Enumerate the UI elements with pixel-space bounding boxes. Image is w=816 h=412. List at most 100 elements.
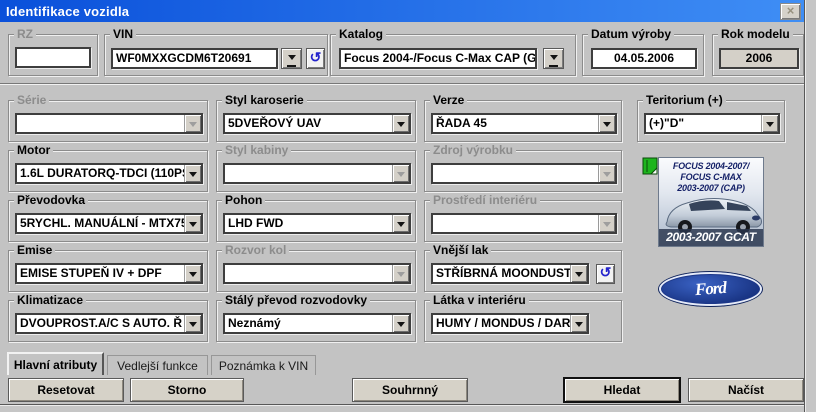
field-teritorium: Teritorium (+) (+)"D" bbox=[637, 100, 785, 142]
datum-vyroby-input[interactable]: 04.05.2006 bbox=[591, 48, 697, 69]
button-label: Souhrnný bbox=[382, 383, 438, 397]
dropdown-underline-icon bbox=[549, 65, 558, 67]
field-datum-vyroby: Datum výroby 04.05.2006 bbox=[582, 34, 704, 76]
pohon-combo[interactable]: LHD FWD bbox=[223, 213, 411, 234]
ford-logo-text: Ford bbox=[694, 278, 726, 300]
zdroj-vyrobku-label: Zdroj výrobku bbox=[430, 143, 516, 157]
window-bottom-edge bbox=[0, 404, 804, 412]
load-button[interactable]: Načíst bbox=[688, 378, 804, 402]
dropdown-arrow-icon[interactable] bbox=[761, 115, 778, 132]
styl-karoserie-label: Styl karoserie bbox=[222, 93, 307, 107]
serie-label: Série bbox=[14, 93, 49, 107]
field-vin: VIN WF0MXXGCDM6T20691 ↺ bbox=[104, 34, 328, 76]
dropdown-arrow-icon bbox=[392, 265, 409, 282]
catalog-book-icon bbox=[642, 157, 659, 176]
katalog-input[interactable]: Focus 2004-/Focus C-Max CAP (GC bbox=[339, 48, 537, 69]
field-prevodovka: Převodovka 5RYCHL. MANUÁLNÍ - MTX75 bbox=[8, 200, 208, 242]
dropdown-arrow-icon[interactable] bbox=[392, 315, 409, 332]
dropdown-arrow-icon[interactable] bbox=[184, 265, 201, 282]
combo-value: (+)"D" bbox=[649, 116, 761, 131]
dropdown-arrow-icon[interactable] bbox=[570, 265, 587, 282]
vin-refresh-button[interactable]: ↺ bbox=[306, 48, 325, 69]
identification-dialog: Identifikace vozidla × RZ VIN WF0MXXGCDM… bbox=[0, 0, 816, 412]
teritorium-combo[interactable]: (+)"D" bbox=[644, 113, 780, 134]
klimatizace-combo[interactable]: DVOUPROST.A/C S AUTO. Ř bbox=[15, 313, 203, 334]
catalog-image-line1: FOCUS 2004-2007/ bbox=[659, 161, 763, 172]
dropdown-arrow-icon bbox=[598, 215, 615, 232]
summary-button[interactable]: Souhrnný bbox=[352, 378, 468, 402]
dropdown-arrow-icon[interactable] bbox=[184, 215, 201, 232]
katalog-label: Katalog bbox=[336, 27, 386, 41]
rz-input[interactable] bbox=[15, 47, 91, 68]
catalog-image[interactable]: FOCUS 2004-2007/ FOCUS C-MAX 2003-2007 (… bbox=[658, 157, 764, 247]
combo-value: 5DVEŘOVÝ UAV bbox=[228, 116, 392, 131]
header-separator bbox=[0, 83, 806, 85]
combo-value: STŘÍBRNÁ MOONDUST (M bbox=[436, 266, 570, 281]
combo-value: 5RYCHL. MANUÁLNÍ - MTX75 bbox=[20, 216, 184, 231]
staly-prevod-label: Stálý převod rozvodovky bbox=[222, 293, 370, 307]
field-rz: RZ bbox=[8, 34, 98, 76]
tab-label: Poznámka k VIN bbox=[219, 359, 308, 373]
combo-value: HUMY / MONDUS / DARK FL bbox=[436, 316, 570, 331]
staly-prevod-combo[interactable]: Neznámý bbox=[223, 313, 411, 334]
refresh-icon: ↺ bbox=[310, 52, 322, 66]
catalog-image-title: FOCUS 2004-2007/ FOCUS C-MAX 2003-2007 (… bbox=[659, 161, 763, 194]
field-verze: Verze ŘADA 45 bbox=[424, 100, 622, 142]
vnejsi-lak-combo[interactable]: STŘÍBRNÁ MOONDUST (M bbox=[431, 263, 589, 284]
dropdown-arrow-icon[interactable] bbox=[184, 165, 201, 182]
titlebar: Identifikace vozidla bbox=[0, 0, 806, 22]
emise-combo[interactable]: EMISE STUPEŇ IV + DPF bbox=[15, 263, 203, 284]
dropdown-arrow-icon bbox=[392, 165, 409, 182]
reset-button[interactable]: Resetovat bbox=[8, 378, 124, 402]
verze-combo[interactable]: ŘADA 45 bbox=[431, 113, 617, 134]
latka-interieru-combo[interactable]: HUMY / MONDUS / DARK FL bbox=[431, 313, 589, 334]
rozvor-kol-combo bbox=[223, 263, 411, 284]
combo-value: ŘADA 45 bbox=[436, 116, 598, 131]
tab-main-attributes[interactable]: Hlavní atributy bbox=[7, 352, 104, 375]
rok-modelu-value: 2006 bbox=[721, 50, 797, 66]
close-icon: × bbox=[787, 3, 795, 18]
tab-vin-note[interactable]: Poznámka k VIN bbox=[211, 355, 316, 375]
katalog-dropdown-button[interactable] bbox=[543, 48, 564, 69]
catalog-image-line3: 2003-2007 (CAP) bbox=[659, 183, 763, 194]
close-button[interactable]: × bbox=[780, 3, 801, 20]
vin-input[interactable]: WF0MXXGCDM6T20691 bbox=[111, 48, 278, 69]
styl-karoserie-combo[interactable]: 5DVEŘOVÝ UAV bbox=[223, 113, 411, 134]
combo-value: DVOUPROST.A/C S AUTO. Ř bbox=[20, 316, 184, 331]
dropdown-arrow-icon[interactable] bbox=[570, 315, 587, 332]
dropdown-arrow-icon[interactable] bbox=[598, 115, 615, 132]
button-label: Načíst bbox=[728, 383, 764, 397]
motor-label: Motor bbox=[14, 143, 53, 157]
dropdown-arrow-icon[interactable] bbox=[184, 315, 201, 332]
prevodovka-label: Převodovka bbox=[14, 193, 88, 207]
prostredi-interieru-label: Prostředí interiéru bbox=[430, 193, 540, 207]
field-latka-interieru: Látka v interiéru HUMY / MONDUS / DARK F… bbox=[424, 300, 622, 342]
dropdown-arrow-icon bbox=[288, 55, 296, 64]
field-vnejsi-lak: Vnější lak STŘÍBRNÁ MOONDUST (M ↺ bbox=[424, 250, 622, 292]
tab-secondary-functions[interactable]: Vedlejší funkce bbox=[107, 355, 208, 375]
vnejsi-lak-label: Vnější lak bbox=[430, 243, 491, 257]
combo-value: EMISE STUPEŇ IV + DPF bbox=[20, 266, 184, 281]
vin-dropdown-button[interactable] bbox=[281, 48, 302, 69]
prevodovka-combo[interactable]: 5RYCHL. MANUÁLNÍ - MTX75 bbox=[15, 213, 203, 234]
field-katalog: Katalog Focus 2004-/Focus C-Max CAP (GC bbox=[330, 34, 576, 76]
motor-combo[interactable]: 1.6L DURATORQ-TDCI (110PS bbox=[15, 163, 203, 184]
field-styl-kabiny: Styl kabiny bbox=[216, 150, 416, 192]
tab-label: Hlavní atributy bbox=[14, 358, 97, 372]
search-button[interactable]: Hledat bbox=[563, 377, 681, 403]
field-zdroj-vyrobku: Zdroj výrobku bbox=[424, 150, 622, 192]
field-prostredi-interieru: Prostředí interiéru bbox=[424, 200, 622, 242]
dropdown-arrow-icon[interactable] bbox=[392, 115, 409, 132]
cancel-button[interactable]: Storno bbox=[130, 378, 244, 402]
window-title: Identifikace vozidla bbox=[6, 4, 129, 19]
klimatizace-label: Klimatizace bbox=[14, 293, 86, 307]
katalog-value: Focus 2004-/Focus C-Max CAP (GC bbox=[341, 50, 535, 66]
pohon-label: Pohon bbox=[222, 193, 265, 207]
field-serie: Série bbox=[8, 100, 208, 142]
combo-value: 1.6L DURATORQ-TDCI (110PS bbox=[20, 166, 184, 181]
field-staly-prevod: Stálý převod rozvodovky Neznámý bbox=[216, 300, 416, 342]
rz-value bbox=[17, 49, 89, 50]
dropdown-arrow-icon[interactable] bbox=[392, 215, 409, 232]
vnejsi-lak-refresh-button[interactable]: ↺ bbox=[596, 264, 615, 284]
latka-interieru-label: Látka v interiéru bbox=[430, 293, 529, 307]
